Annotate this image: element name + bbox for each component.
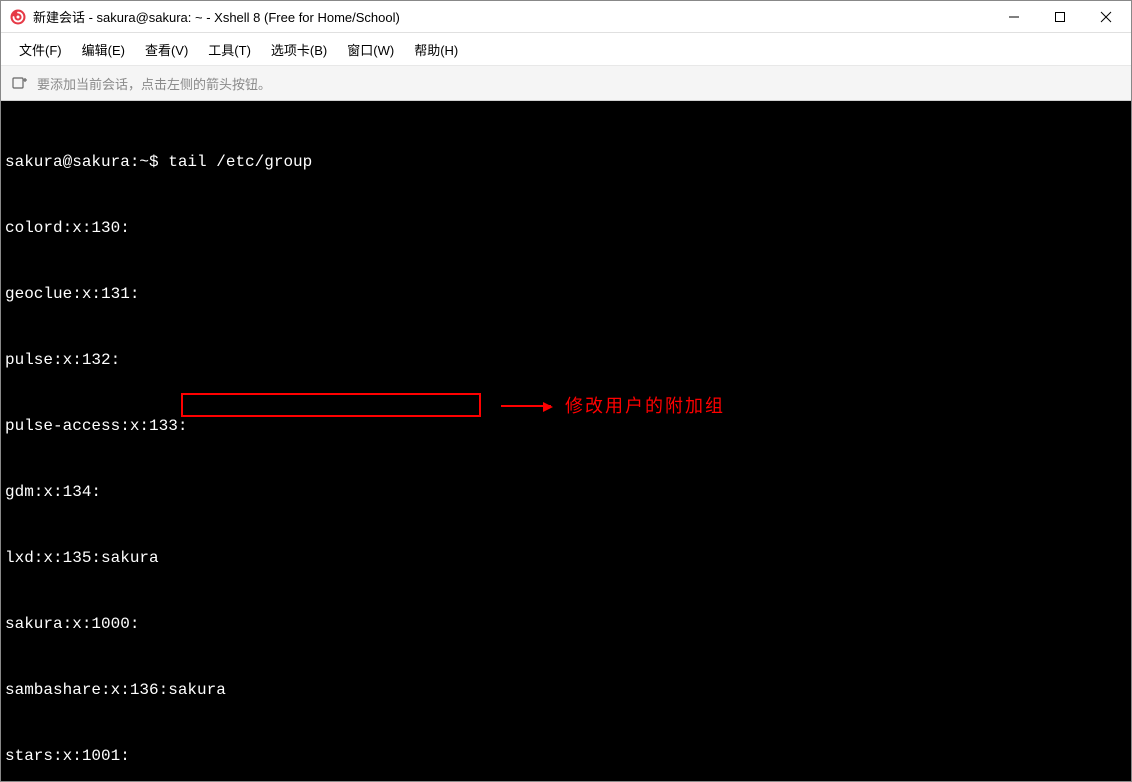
highlight-box [181,393,481,417]
maximize-button[interactable] [1037,2,1083,32]
terminal-line: sakura@sakura:~$ tail /etc/group [5,151,1127,173]
tab-strip: 要添加当前会话，点击左侧的箭头按钮。 [1,65,1131,101]
titlebar: 新建会话 - sakura@sakura: ~ - Xshell 8 (Free… [1,1,1131,33]
annotation-text: 修改用户的附加组 [565,395,725,417]
menu-file[interactable]: 文件(F) [11,36,70,63]
terminal-line: gdm:x:134: [5,481,1127,503]
menu-view[interactable]: 查看(V) [137,36,196,63]
window-title: 新建会话 - sakura@sakura: ~ - Xshell 8 (Free… [33,7,400,26]
menu-window[interactable]: 窗口(W) [339,36,402,63]
terminal-line: colord:x:130: [5,217,1127,239]
menu-tabs[interactable]: 选项卡(B) [263,36,335,63]
close-button[interactable] [1083,2,1129,32]
menu-edit[interactable]: 编辑(E) [74,36,133,63]
arrow-icon [501,405,551,407]
minimize-button[interactable] [991,2,1037,32]
terminal-line: sakura:x:1000: [5,613,1127,635]
menubar: 文件(F) 编辑(E) 查看(V) 工具(T) 选项卡(B) 窗口(W) 帮助(… [1,33,1131,65]
terminal-line: pulse-access:x:133: [5,415,1127,437]
tab-hint: 要添加当前会话，点击左侧的箭头按钮。 [37,74,271,93]
terminal-line: sambashare:x:136:sakura [5,679,1127,701]
terminal-line: lxd:x:135:sakura [5,547,1127,569]
menu-help[interactable]: 帮助(H) [406,36,466,63]
annotation: 修改用户的附加组 [501,395,725,417]
terminal-line: stars:x:1001: [5,745,1127,767]
menu-tools[interactable]: 工具(T) [200,36,259,63]
terminal-line: pulse:x:132: [5,349,1127,371]
terminal-line: geoclue:x:131: [5,283,1127,305]
app-icon [9,8,27,26]
add-tab-icon[interactable] [11,74,29,92]
terminal[interactable]: sakura@sakura:~$ tail /etc/group colord:… [1,101,1131,781]
